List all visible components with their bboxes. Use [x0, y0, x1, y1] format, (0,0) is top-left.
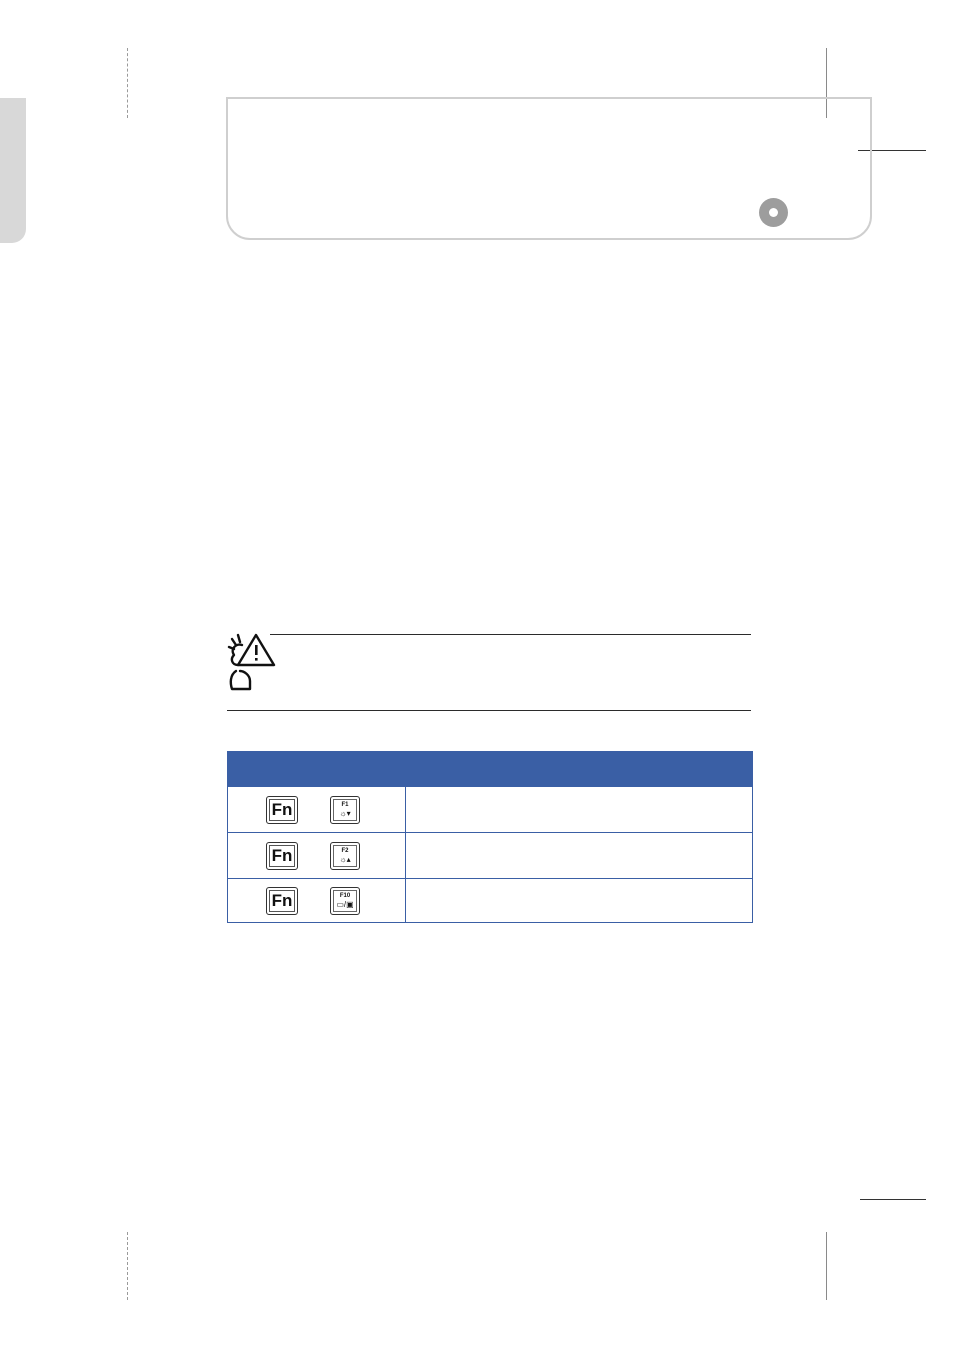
- hotkey-table: Fn F1 ☼▾ Fn F2 ☼▴ Fn F10 ▭/▣: [227, 751, 753, 923]
- key-combo-cell: Fn F10 ▭/▣: [227, 878, 406, 923]
- note-top-rule: [270, 634, 751, 635]
- display-toggle-icon: F10 ▭/▣: [330, 886, 360, 915]
- f-key-symbol: ☼▾: [339, 808, 351, 818]
- brightness-up-icon: F2 ☼▴: [330, 841, 360, 870]
- crop-mark-bottom-right: [826, 1232, 827, 1300]
- f-key-label: F1: [341, 801, 349, 808]
- fn-key: Fn: [266, 841, 298, 870]
- trim-line-bottom-right: [860, 1199, 926, 1200]
- chapter-side-tab: [0, 98, 26, 243]
- header-cell-keys: [227, 751, 406, 787]
- f-key-symbol: ▭/▣: [336, 899, 354, 909]
- fn-key: Fn: [266, 795, 298, 824]
- header-cell-function: [405, 751, 753, 787]
- caution-person-icon: [227, 633, 276, 691]
- function-cell: [405, 786, 753, 833]
- key-combo-cell: Fn F2 ☼▴: [227, 832, 406, 879]
- f-key-label: F10: [339, 892, 351, 899]
- f-key-label: F2: [341, 847, 349, 854]
- fn-key: Fn: [266, 886, 298, 915]
- f-key-symbol: ☼▴: [339, 854, 351, 864]
- function-cell: [405, 878, 753, 923]
- brightness-down-icon: F1 ☼▾: [330, 795, 360, 824]
- hotkey-table-header: [227, 751, 753, 787]
- function-cell: [405, 832, 753, 879]
- table-row: Fn F1 ☼▾: [227, 786, 753, 833]
- crop-mark-bottom-left: [127, 1232, 128, 1300]
- key-combo-cell: Fn F1 ☼▾: [227, 786, 406, 833]
- table-row: Fn F10 ▭/▣: [227, 878, 753, 923]
- note-bottom-rule: [227, 710, 751, 711]
- table-row: Fn F2 ☼▴: [227, 832, 753, 879]
- crop-mark-top-left: [127, 48, 128, 118]
- disc-icon: [759, 198, 788, 227]
